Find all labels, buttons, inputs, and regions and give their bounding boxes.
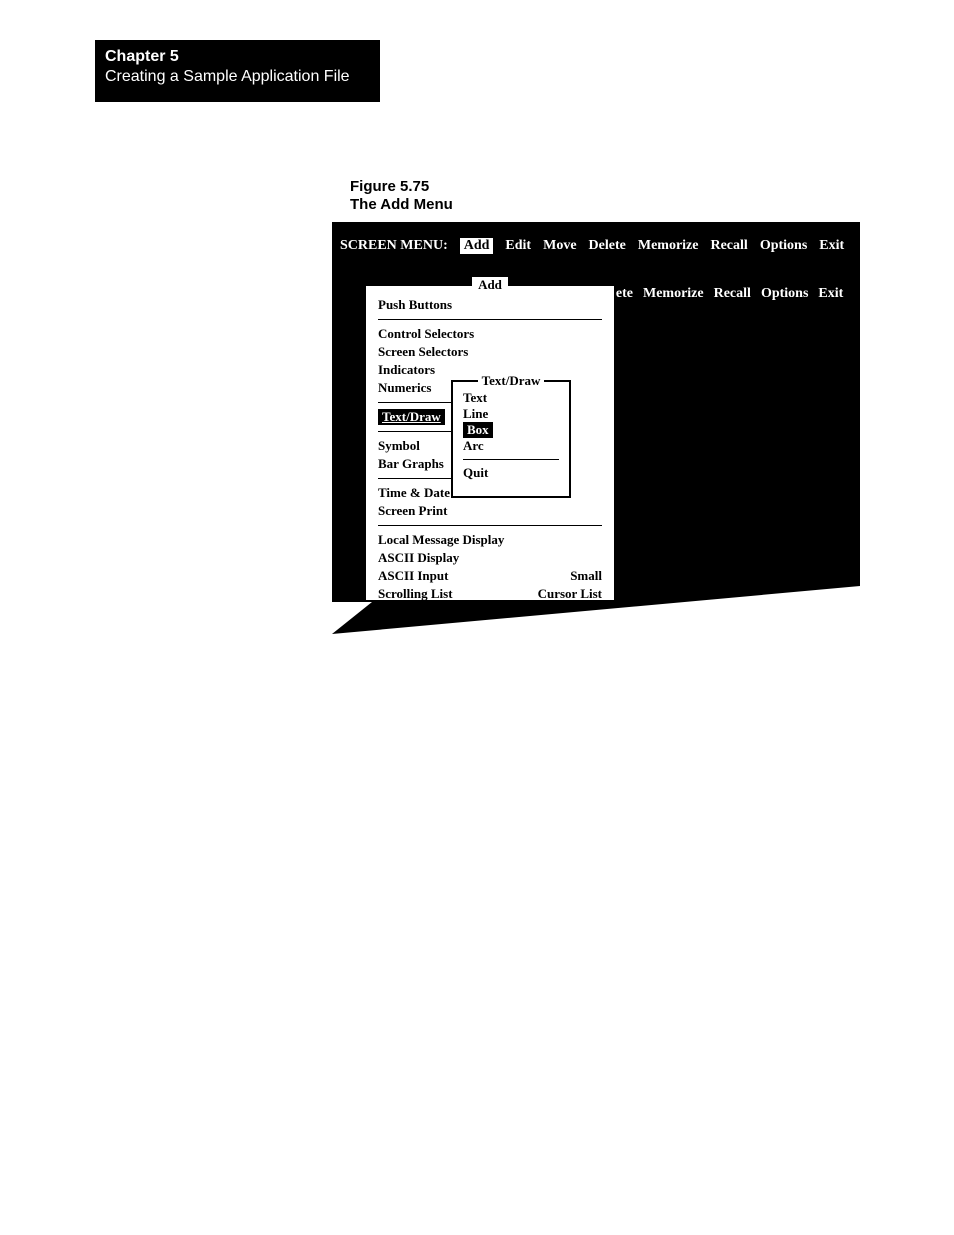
chapter-header: Chapter 5 Creating a Sample Application … — [95, 40, 380, 102]
chapter-number: Chapter 5 — [105, 48, 370, 66]
chapter-subtitle: Creating a Sample Application File — [105, 68, 370, 86]
perspective-cut — [332, 222, 860, 642]
figure-title: The Add Menu — [350, 196, 453, 214]
figure-caption: Figure 5.75 The Add Menu — [350, 178, 453, 214]
figure-number: Figure 5.75 — [350, 178, 453, 196]
